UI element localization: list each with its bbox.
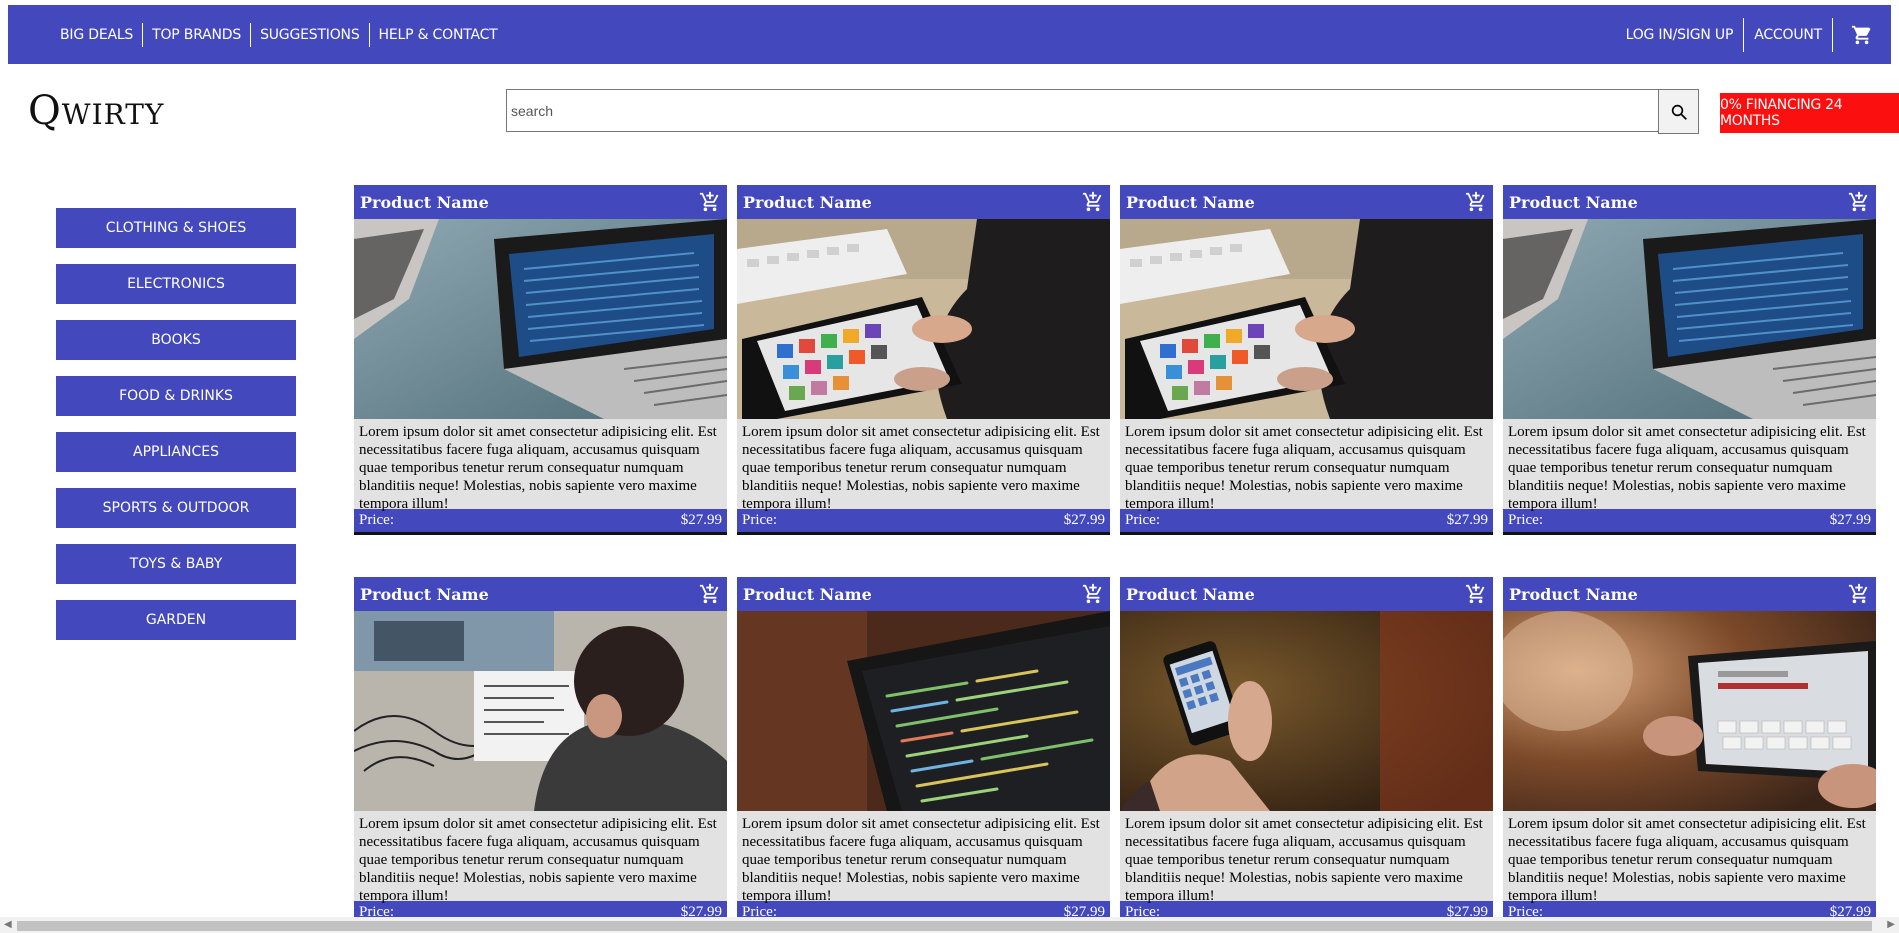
product-image-laptop[interactable]: [354, 219, 727, 419]
nav-big-deals[interactable]: BIG DEALS: [51, 22, 144, 47]
product-card[interactable]: Product Name Lorem ipsum dolor sit amet …: [737, 577, 1110, 927]
product-name: Product Name: [1509, 192, 1638, 212]
nav-account[interactable]: ACCOUNT: [1744, 17, 1833, 52]
financing-promo-button[interactable]: 0% FINANCING 24 MONTHS: [1720, 93, 1899, 133]
product-card-header: Product Name: [737, 577, 1110, 611]
add-to-cart-icon[interactable]: [699, 583, 721, 605]
cart-icon[interactable]: [1833, 5, 1891, 64]
product-card-header: Product Name: [1120, 185, 1493, 219]
category-appliances[interactable]: APPLIANCES: [56, 432, 296, 472]
product-card[interactable]: Product Name Lorem ipsum dolor sit amet …: [1120, 185, 1493, 535]
product-image-developer[interactable]: [354, 611, 727, 811]
product-image-tablet[interactable]: [737, 219, 1110, 419]
product-name: Product Name: [360, 584, 489, 604]
price-label: Price:: [1125, 512, 1160, 528]
category-electronics[interactable]: ELECTRONICS: [56, 264, 296, 304]
product-image-laptop[interactable]: [1503, 219, 1876, 419]
search-button[interactable]: [1658, 89, 1699, 134]
nav-left: BIG DEALS TOP BRANDS SUGGESTIONS HELP & …: [51, 5, 507, 64]
add-to-cart-icon[interactable]: [1465, 191, 1487, 213]
product-description: Lorem ipsum dolor sit amet consectetur a…: [359, 424, 717, 512]
nav-help-contact[interactable]: HELP & CONTACT: [370, 23, 507, 47]
product-image-tablet-hands[interactable]: [1503, 611, 1876, 811]
category-books[interactable]: BOOKS: [56, 320, 296, 360]
category-sports-outdoor[interactable]: SPORTS & OUTDOOR: [56, 488, 296, 528]
category-toys-baby[interactable]: TOYS & BABY: [56, 544, 296, 584]
price-label: Price:: [742, 512, 777, 528]
product-description: Lorem ipsum dolor sit amet consectetur a…: [1508, 424, 1866, 512]
product-name: Product Name: [1126, 192, 1255, 212]
product-image-tablet[interactable]: [1120, 219, 1493, 419]
product-name: Product Name: [1126, 584, 1255, 604]
product-description: Lorem ipsum dolor sit amet consectetur a…: [359, 816, 717, 904]
product-card-header: Product Name: [354, 185, 727, 219]
product-card[interactable]: Product Name Lorem ipsum dolor sit amet …: [1120, 577, 1493, 927]
add-to-cart-icon[interactable]: [1465, 583, 1487, 605]
price-label: Price:: [359, 512, 394, 528]
price-value: $27.99: [1446, 512, 1488, 528]
add-to-cart-icon[interactable]: [699, 191, 721, 213]
add-to-cart-icon[interactable]: [1082, 191, 1104, 213]
price-value: $27.99: [680, 512, 722, 528]
scroll-right-icon[interactable]: ▶: [1887, 919, 1895, 930]
product-image-smartphone[interactable]: [1120, 611, 1493, 811]
add-to-cart-icon[interactable]: [1082, 583, 1104, 605]
product-description: Lorem ipsum dolor sit amet consectetur a…: [742, 424, 1100, 512]
price-label: Price:: [1508, 512, 1543, 528]
product-card-header: Product Name: [354, 577, 727, 611]
nav-top-brands[interactable]: TOP BRANDS: [143, 22, 252, 47]
top-nav-bar: BIG DEALS TOP BRANDS SUGGESTIONS HELP & …: [8, 5, 1891, 64]
product-card[interactable]: Product Name Lorem ipsum dolor sit amet …: [354, 577, 727, 927]
product-card-header: Product Name: [1503, 577, 1876, 611]
product-name: Product Name: [743, 584, 872, 604]
product-name: Product Name: [1509, 584, 1638, 604]
search-bar: [506, 89, 1699, 134]
product-card-header: Product Name: [1120, 577, 1493, 611]
category-garden[interactable]: GARDEN: [56, 600, 296, 640]
search-input[interactable]: [506, 89, 1658, 132]
product-image-code-screen[interactable]: [737, 611, 1110, 811]
scroll-left-icon[interactable]: ◀: [4, 919, 12, 930]
product-card-header: Product Name: [1503, 185, 1876, 219]
logo[interactable]: Qwirty: [28, 88, 164, 134]
product-name: Product Name: [743, 192, 872, 212]
category-sidebar: CLOTHING & SHOES ELECTRONICS BOOKS FOOD …: [56, 208, 296, 656]
add-to-cart-icon[interactable]: [1848, 583, 1870, 605]
add-to-cart-icon[interactable]: [1848, 191, 1870, 213]
product-card-header: Product Name: [737, 185, 1110, 219]
product-description: Lorem ipsum dolor sit amet consectetur a…: [1125, 424, 1483, 512]
nav-login-signup[interactable]: LOG IN/SIGN UP: [1616, 17, 1745, 52]
scroll-thumb[interactable]: [17, 921, 1872, 931]
price-value: $27.99: [1063, 512, 1105, 528]
product-description: Lorem ipsum dolor sit amet consectetur a…: [1125, 816, 1483, 904]
product-card[interactable]: Product Name Lorem ipsum dolor sit amet …: [1503, 185, 1876, 535]
product-description: Lorem ipsum dolor sit amet consectetur a…: [742, 816, 1100, 904]
product-name: Product Name: [360, 192, 489, 212]
horizontal-scrollbar[interactable]: ◀ ▶: [0, 917, 1899, 933]
product-description: Lorem ipsum dolor sit amet consectetur a…: [1508, 816, 1866, 904]
search-icon: [1671, 104, 1687, 120]
product-card[interactable]: Product Name Lorem ipsum dolor sit amet …: [737, 185, 1110, 535]
product-card[interactable]: Product Name Lorem ipsum dolor sit amet …: [1503, 577, 1876, 927]
nav-right: LOG IN/SIGN UP ACCOUNT: [1616, 5, 1891, 64]
category-food-drinks[interactable]: FOOD & DRINKS: [56, 376, 296, 416]
category-clothing-shoes[interactable]: CLOTHING & SHOES: [56, 208, 296, 248]
price-value: $27.99: [1829, 512, 1871, 528]
product-card[interactable]: Product Name Lorem ipsum dolor sit amet …: [354, 185, 727, 535]
nav-suggestions[interactable]: SUGGESTIONS: [251, 22, 370, 47]
